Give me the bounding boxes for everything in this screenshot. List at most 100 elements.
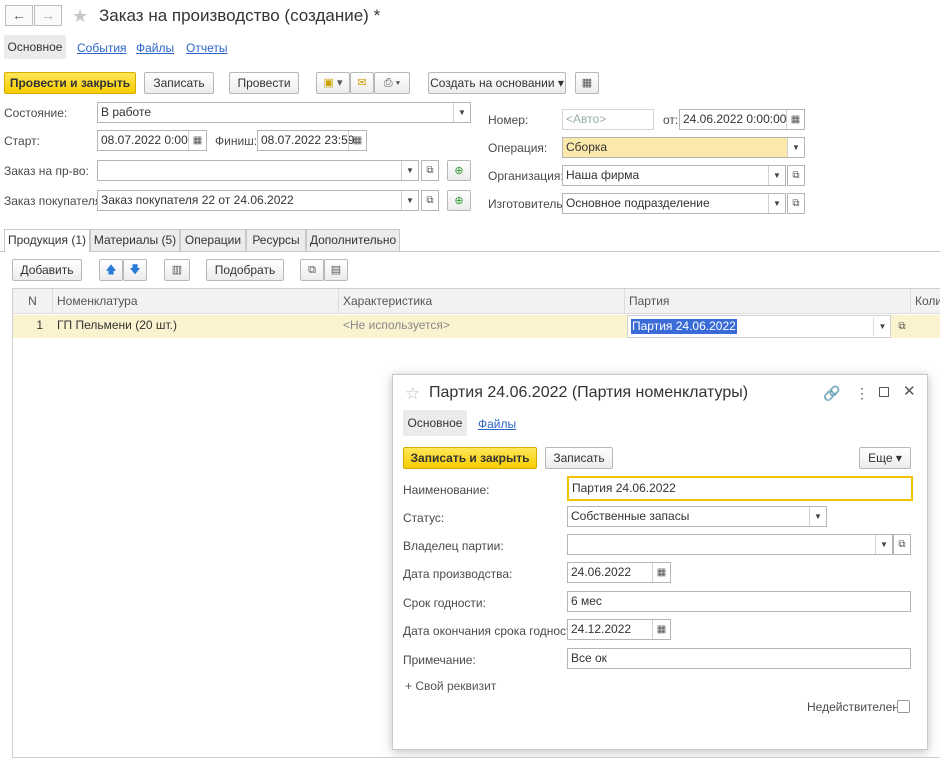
invalid-checkbox[interactable]: [897, 700, 910, 713]
chevron-down-icon[interactable]: ▼: [873, 317, 891, 336]
row-item[interactable]: ГП Пельмени (20 шт.): [53, 315, 339, 337]
calendar-icon[interactable]: ▦: [188, 131, 206, 150]
shelf-life-field[interactable]: 6 мес: [567, 591, 911, 612]
open-icon[interactable]: ⧉: [893, 534, 911, 555]
column-header-item[interactable]: Номенклатура: [53, 289, 339, 314]
org-field[interactable]: Наша фирма ▼: [562, 165, 786, 186]
operation-label: Операция:: [488, 141, 548, 155]
from-date-field[interactable]: 24.06.2022 0:00:00 ▦: [679, 109, 805, 130]
post-and-close-button[interactable]: Провести и закрыть: [4, 72, 136, 94]
create-based-on-label: Создать на основании: [430, 76, 555, 90]
chevron-down-icon[interactable]: ▼: [768, 194, 785, 213]
chevron-down-icon[interactable]: ▼: [401, 161, 418, 180]
shelf-life-value: 6 мес: [571, 594, 602, 608]
fill-from-icon[interactable]: ⊕: [447, 160, 471, 181]
operation-select[interactable]: Сборка ▼: [562, 137, 805, 158]
dialog-tab-main[interactable]: Основное: [403, 410, 467, 436]
structure-icon[interactable]: ▦: [575, 72, 599, 94]
customer-order-field[interactable]: Заказ покупателя 22 от 24.06.2022 ▼: [97, 190, 419, 211]
prod-order-field[interactable]: ▼: [97, 160, 419, 181]
print-dropdown-icon[interactable]: ⎙ ▾: [374, 72, 410, 94]
create-based-on-button[interactable]: Создать на основании ▾: [428, 72, 566, 94]
chevron-down-icon[interactable]: ▼: [401, 191, 418, 210]
tab-resources[interactable]: Ресурсы: [246, 229, 306, 251]
maker-label: Изготовитель:: [488, 197, 566, 211]
state-select[interactable]: В работе ▼: [97, 102, 471, 123]
fill-from-icon[interactable]: ⊕: [447, 190, 471, 211]
calendar-icon[interactable]: ▦: [652, 620, 670, 639]
column-header-n[interactable]: N: [13, 289, 53, 314]
nav-tab-main[interactable]: Основное: [4, 35, 66, 59]
batch-dialog: ☆ Партия 24.06.2022 (Партия номенклатуры…: [392, 374, 928, 750]
start-date-field[interactable]: 08.07.2022 0:00 ▦: [97, 130, 207, 151]
forward-button[interactable]: →: [34, 5, 62, 26]
back-button[interactable]: ←: [5, 5, 33, 26]
open-icon[interactable]: ⧉: [787, 193, 805, 214]
nav-tab-reports[interactable]: Отчеты: [186, 41, 227, 55]
column-header-characteristic[interactable]: Характеристика: [339, 289, 625, 314]
chevron-down-icon[interactable]: ▼: [453, 103, 470, 122]
row-number: 1: [36, 318, 43, 332]
dialog-tab-files[interactable]: Файлы: [478, 417, 516, 431]
open-icon[interactable]: ⧉: [787, 165, 805, 186]
batch-edit-field[interactable]: Партия 24.06.2022: [627, 315, 891, 338]
close-icon[interactable]: ✕: [903, 382, 916, 400]
more-vert-icon[interactable]: ⋮: [855, 385, 869, 402]
open-icon[interactable]: ⧉: [421, 190, 439, 211]
tab-operations[interactable]: Операции: [180, 229, 246, 251]
add-row-button[interactable]: Добавить: [12, 259, 82, 281]
copy-icon[interactable]: ⧉: [300, 259, 324, 281]
email-icon[interactable]: ✉: [350, 72, 374, 94]
note-field[interactable]: Все ок: [567, 648, 911, 669]
favorite-star-icon[interactable]: ★: [72, 7, 88, 25]
open-icon[interactable]: ⧉: [893, 317, 911, 336]
nav-tab-files[interactable]: Файлы: [136, 41, 174, 55]
prod-date-field[interactable]: 24.06.2022 ▦: [567, 562, 671, 583]
prod-date-value: 24.06.2022: [571, 565, 632, 579]
post-button[interactable]: Провести: [229, 72, 299, 94]
table-row[interactable]: 1 ГП Пельмени (20 шт.) <Не используется>…: [13, 315, 940, 338]
link-icon[interactable]: 🔗: [823, 385, 840, 402]
calendar-icon[interactable]: ▦: [348, 131, 366, 150]
tab-additional[interactable]: Дополнительно: [306, 229, 400, 251]
column-header-batch[interactable]: Партия: [625, 289, 911, 314]
chevron-down-icon[interactable]: ▼: [809, 507, 826, 526]
open-icon[interactable]: ⧉: [421, 160, 439, 181]
tab-materials[interactable]: Материалы (5): [90, 229, 180, 251]
favorite-star-icon[interactable]: ☆: [405, 385, 420, 403]
batch-edit-value: Партия 24.06.2022: [631, 319, 737, 334]
pick-button[interactable]: Подобрать: [206, 259, 284, 281]
status-label: Статус:: [403, 511, 445, 525]
maker-value: Основное подразделение: [566, 196, 710, 210]
dialog-save-button[interactable]: Записать: [545, 447, 613, 469]
paste-icon[interactable]: ▤: [324, 259, 348, 281]
chevron-down-icon[interactable]: ▼: [787, 138, 804, 157]
org-label: Организация:: [488, 169, 564, 183]
nav-tab-events[interactable]: События: [77, 41, 127, 55]
barcode-icon[interactable]: ▥: [164, 259, 190, 281]
status-select[interactable]: Собственные запасы ▼: [567, 506, 827, 527]
finish-date-field[interactable]: 08.07.2022 23:59 ▦: [257, 130, 367, 151]
maker-field[interactable]: Основное подразделение ▼: [562, 193, 786, 214]
maximize-icon[interactable]: [879, 387, 889, 397]
expiry-date-field[interactable]: 24.12.2022 ▦: [567, 619, 671, 640]
tab-products[interactable]: Продукция (1): [4, 229, 90, 252]
name-field[interactable]: Партия 24.06.2022: [567, 476, 913, 501]
save-button[interactable]: Записать: [144, 72, 214, 94]
move-down-icon[interactable]: 🡇: [123, 259, 147, 281]
chevron-down-icon[interactable]: ▼: [768, 166, 785, 185]
owner-field[interactable]: ▼: [567, 534, 893, 555]
chevron-down-icon[interactable]: ▼: [875, 535, 892, 554]
add-custom-attribute-link[interactable]: + Свой реквизит: [405, 679, 496, 693]
number-field[interactable]: <Авто>: [562, 109, 654, 130]
from-label: от:: [663, 113, 679, 127]
column-header-qty[interactable]: Коли: [911, 289, 940, 314]
calendar-icon[interactable]: ▦: [786, 110, 804, 129]
save-and-close-button[interactable]: Записать и закрыть: [403, 447, 537, 469]
calendar-icon[interactable]: ▦: [652, 563, 670, 582]
move-up-icon[interactable]: 🡅: [99, 259, 123, 281]
window-title: Заказ на производство (создание) *: [99, 6, 381, 25]
row-characteristic[interactable]: <Не используется>: [339, 315, 625, 337]
attach-dropdown-icon[interactable]: ▣ ▾: [316, 72, 350, 94]
more-button[interactable]: Еще ▾: [859, 447, 911, 469]
